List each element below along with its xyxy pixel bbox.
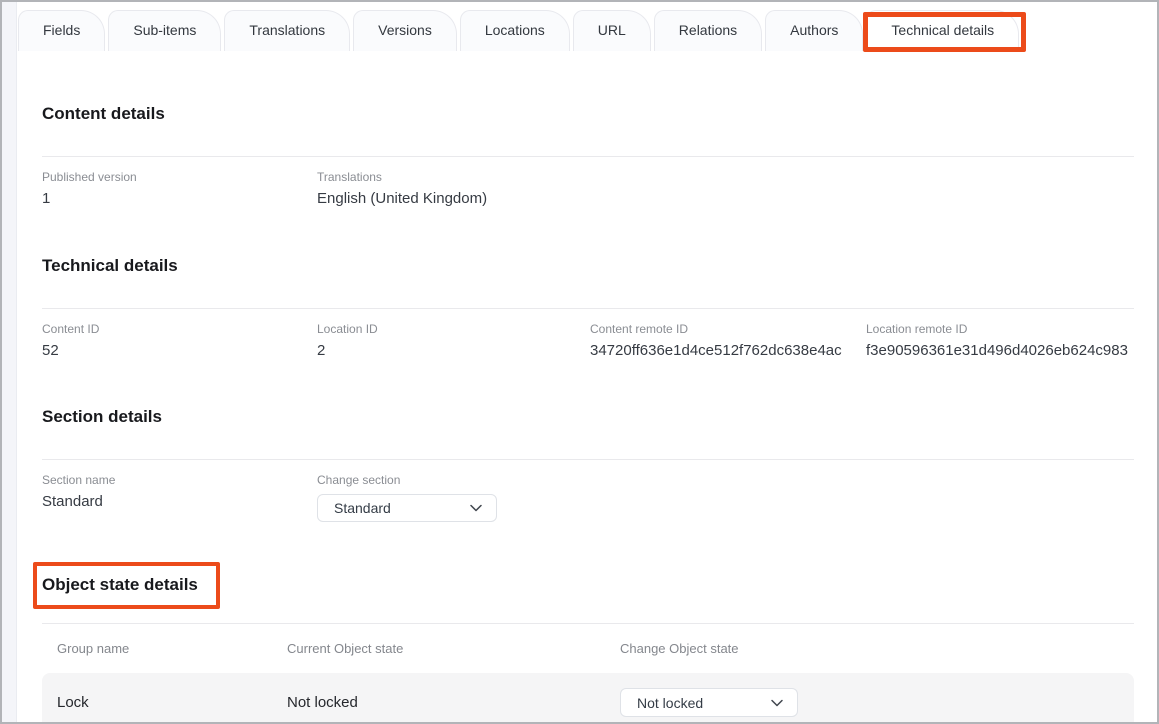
tab-content-panel: Content details Published version 1 Tran…	[18, 51, 1155, 722]
field-section-name: Section name Standard	[42, 473, 317, 522]
field-change-section: Change section Standard	[317, 473, 590, 522]
selected-option-label: Standard	[334, 500, 391, 516]
tab-versions[interactable]: Versions	[353, 10, 457, 51]
field-value: 1	[42, 189, 317, 208]
field-value: 2	[317, 341, 590, 360]
cell-change-object-state: Not locked	[620, 688, 1134, 717]
tab-url[interactable]: URL	[573, 10, 651, 51]
field-location-remote-id: Location remote ID f3e90596361e31d496d40…	[866, 322, 1134, 360]
change-object-state-select[interactable]: Not locked	[620, 688, 798, 717]
section-details-heading: Section details	[42, 406, 1134, 428]
object-state-heading-wrap: Object state details	[42, 562, 1134, 609]
chevron-down-icon	[769, 695, 785, 711]
page-left-gutter	[2, 2, 17, 722]
tab-label: Relations	[679, 22, 737, 38]
field-value: 52	[42, 341, 317, 360]
table-row: Lock Not locked Not locked	[42, 673, 1134, 724]
tab-label: URL	[598, 22, 626, 38]
object-state-details-heading: Object state details	[42, 574, 198, 596]
field-label: Published version	[42, 170, 317, 185]
tab-fields[interactable]: Fields	[18, 10, 105, 51]
tab-sub-items[interactable]: Sub-items	[108, 10, 221, 51]
field-value: 34720ff636e1d4ce512f762dc638e4ac	[590, 341, 866, 360]
field-translations: Translations English (United Kingdom)	[317, 170, 590, 208]
tab-label: Fields	[43, 22, 80, 38]
section-details-fields: Section name Standard Change section Sta…	[42, 460, 1134, 522]
field-label: Translations	[317, 170, 590, 185]
cell-current-object-state: Not locked	[287, 694, 620, 711]
tab-technical-details[interactable]: Technical details	[866, 10, 1019, 51]
field-content-remote-id: Content remote ID 34720ff636e1d4ce512f76…	[590, 322, 866, 360]
technical-details-fields: Content ID 52 Location ID 2 Content remo…	[42, 309, 1134, 360]
field-value: f3e90596361e31d496d4026eb624c983	[866, 341, 1134, 360]
tab-label: Sub-items	[133, 22, 196, 38]
field-label: Content ID	[42, 322, 317, 337]
tab-label: Locations	[485, 22, 545, 38]
field-content-id: Content ID 52	[42, 322, 317, 360]
field-label: Location remote ID	[866, 322, 1134, 337]
field-label: Content remote ID	[590, 322, 866, 337]
chevron-down-icon	[468, 500, 484, 516]
tab-label: Authors	[790, 22, 838, 38]
content-tab-bar: Fields Sub-items Translations Versions L…	[18, 2, 1157, 51]
tab-label: Translations	[249, 22, 325, 38]
column-header-group-name: Group name	[57, 641, 287, 656]
field-location-id: Location ID 2	[317, 322, 590, 360]
tab-locations[interactable]: Locations	[460, 10, 570, 51]
selected-option-label: Not locked	[637, 695, 703, 711]
field-label: Change section	[317, 473, 590, 488]
tab-translations[interactable]: Translations	[224, 10, 350, 51]
field-published-version: Published version 1	[42, 170, 317, 208]
content-details-fields: Published version 1 Translations English…	[42, 157, 1134, 208]
column-header-current-object-state: Current Object state	[287, 641, 620, 656]
technical-details-heading: Technical details	[42, 255, 1134, 277]
tab-authors[interactable]: Authors	[765, 10, 863, 51]
tab-label: Versions	[378, 22, 432, 38]
change-section-select[interactable]: Standard	[317, 494, 497, 522]
field-value: English (United Kingdom)	[317, 189, 590, 208]
column-header-change-object-state: Change Object state	[620, 641, 1134, 656]
highlight-annotation: Object state details	[33, 562, 220, 609]
tab-relations[interactable]: Relations	[654, 10, 762, 51]
object-state-table-header: Group name Current Object state Change O…	[42, 624, 1134, 656]
technical-details-page: Fields Sub-items Translations Versions L…	[0, 0, 1159, 724]
field-label: Location ID	[317, 322, 590, 337]
field-label: Section name	[42, 473, 317, 488]
content-details-heading: Content details	[42, 103, 1134, 125]
cell-group-name: Lock	[57, 694, 287, 711]
field-value: Standard	[42, 492, 317, 511]
tab-label: Technical details	[891, 22, 994, 38]
